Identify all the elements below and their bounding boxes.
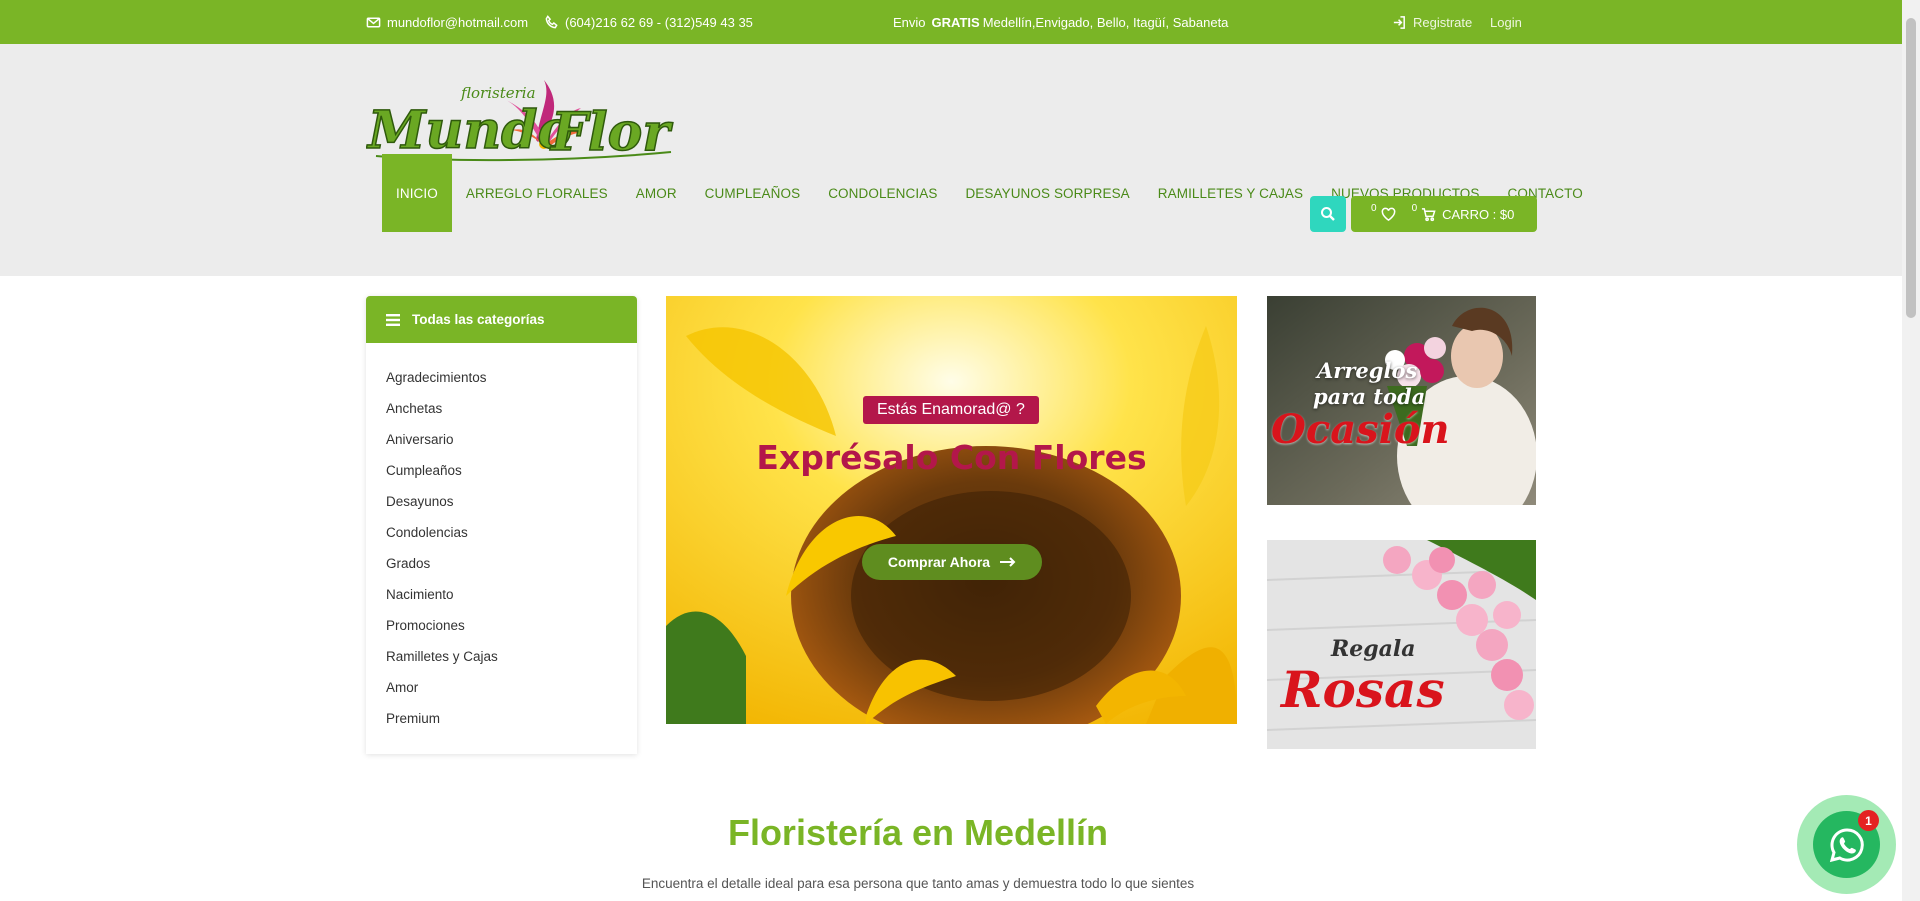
logo-image: floristeria Mundo Flor — [365, 80, 674, 164]
notification-badge: 1 — [1858, 810, 1879, 831]
cart-label: CARRO : $0 — [1442, 206, 1515, 222]
category-item[interactable]: Agradecimientos — [366, 362, 637, 393]
nav-cumpleanos[interactable]: CUMPLEAÑOS — [691, 154, 815, 232]
category-item[interactable]: Desayunos — [366, 486, 637, 517]
banner1-line1: Arreglos — [1317, 358, 1418, 383]
shipping-cities: Medellín,Envigado, Bello, Itagüí, Sabane… — [982, 14, 1229, 30]
section-title: Floristería en Medellín — [727, 812, 1109, 853]
category-item[interactable]: Aniversario — [366, 424, 637, 455]
search-icon — [1321, 207, 1335, 221]
register-link[interactable]: Registrate — [1392, 0, 1472, 44]
sunflower-image — [666, 296, 1237, 724]
cart-icon — [1422, 207, 1436, 221]
nav-inicio[interactable]: INICIO — [382, 154, 452, 232]
section-subtitle: Encuentra el detalle ideal para esa pers… — [641, 876, 1195, 891]
phone-icon — [545, 14, 558, 28]
svg-text:Mundo: Mundo — [366, 100, 572, 161]
banner1-line3: Ocasión — [1271, 406, 1450, 453]
category-item[interactable]: Premium — [366, 703, 637, 734]
category-item[interactable]: Nacimiento — [366, 579, 637, 610]
cart-button[interactable]: 0 0 CARRO : $0 — [1351, 196, 1537, 232]
nav-arreglo-florales[interactable]: ARREGLO FLORALES — [452, 154, 622, 232]
banner2-line1: Regala — [1331, 636, 1416, 662]
category-item[interactable]: Amor — [366, 672, 637, 703]
menu-icon — [386, 313, 400, 326]
sign-in-icon — [1393, 15, 1405, 29]
login-link[interactable]: Login — [1490, 0, 1522, 44]
category-item[interactable]: Cumpleaños — [366, 455, 637, 486]
hero-slider[interactable]: Estás Enamorad@ ? Exprésalo Con Flores C… — [666, 296, 1237, 724]
shipping-notice: Envio GRATIS Medellín,Envigado, Bello, I… — [893, 0, 1228, 44]
category-item[interactable]: Promociones — [366, 610, 637, 641]
mail-icon — [366, 17, 381, 27]
search-button[interactable] — [1310, 196, 1346, 232]
login-label: Login — [1490, 14, 1522, 30]
contact-phone[interactable]: (604)216 62 69 - (312)549 43 35 — [544, 0, 753, 44]
sidebar-title: Todas las categorías — [412, 312, 545, 327]
shipping-prefix: Envio — [893, 14, 926, 30]
category-item[interactable]: Anchetas — [366, 393, 637, 424]
arrow-right-icon — [1000, 557, 1016, 567]
category-item[interactable]: Grados — [366, 548, 637, 579]
phone-text: (604)216 62 69 - (312)549 43 35 — [565, 14, 753, 30]
logo[interactable]: floristeria Mundo Flor — [365, 70, 676, 166]
banner2-line2: Rosas — [1281, 660, 1445, 719]
sidebar-header[interactable]: Todas las categorías — [366, 296, 637, 343]
category-list: Agradecimientos Anchetas Aniversario Cum… — [366, 343, 637, 734]
whatsapp-icon — [1829, 827, 1864, 862]
wishlist-count: 0 — [1371, 202, 1377, 214]
header: floristeria Mundo Flor INICIO ARREGLO FL… — [0, 44, 1902, 276]
scrollbar-thumb[interactable] — [1906, 18, 1916, 318]
category-item[interactable]: Condolencias — [366, 517, 637, 548]
category-sidebar: Todas las categorías Agradecimientos Anc… — [366, 296, 637, 754]
top-bar: mundoflor@hotmail.com (604)216 62 69 - (… — [0, 0, 1902, 44]
hero-badge: Estás Enamorad@ ? — [863, 396, 1039, 424]
banner-arreglos[interactable]: Arreglos para toda Ocasión — [1267, 296, 1536, 505]
nav-amor[interactable]: AMOR — [622, 154, 691, 232]
cart-count: 0 — [1411, 202, 1418, 214]
nav-ramilletes-y-cajas[interactable]: RAMILLETES Y CAJAS — [1144, 154, 1317, 232]
shop-now-label: Comprar Ahora — [887, 554, 991, 570]
heart-icon[interactable] — [1381, 207, 1396, 222]
nav-desayunos-sorpresa[interactable]: DESAYUNOS SORPRESA — [951, 154, 1143, 232]
email-text: mundoflor@hotmail.com — [387, 14, 529, 30]
category-item[interactable]: Ramilletes y Cajas — [366, 641, 637, 672]
hero-title: Exprésalo Con Flores — [756, 438, 1147, 477]
banner-rosas[interactable]: Regala Rosas — [1267, 540, 1536, 749]
nav-condolencias[interactable]: CONDOLENCIAS — [814, 154, 951, 232]
shop-now-button[interactable]: Comprar Ahora — [862, 544, 1042, 580]
page-scrollbar[interactable] — [1902, 0, 1920, 901]
shipping-bold: GRATIS — [931, 14, 980, 30]
register-label: Registrate — [1413, 14, 1473, 30]
contact-email[interactable]: mundoflor@hotmail.com — [366, 0, 528, 44]
